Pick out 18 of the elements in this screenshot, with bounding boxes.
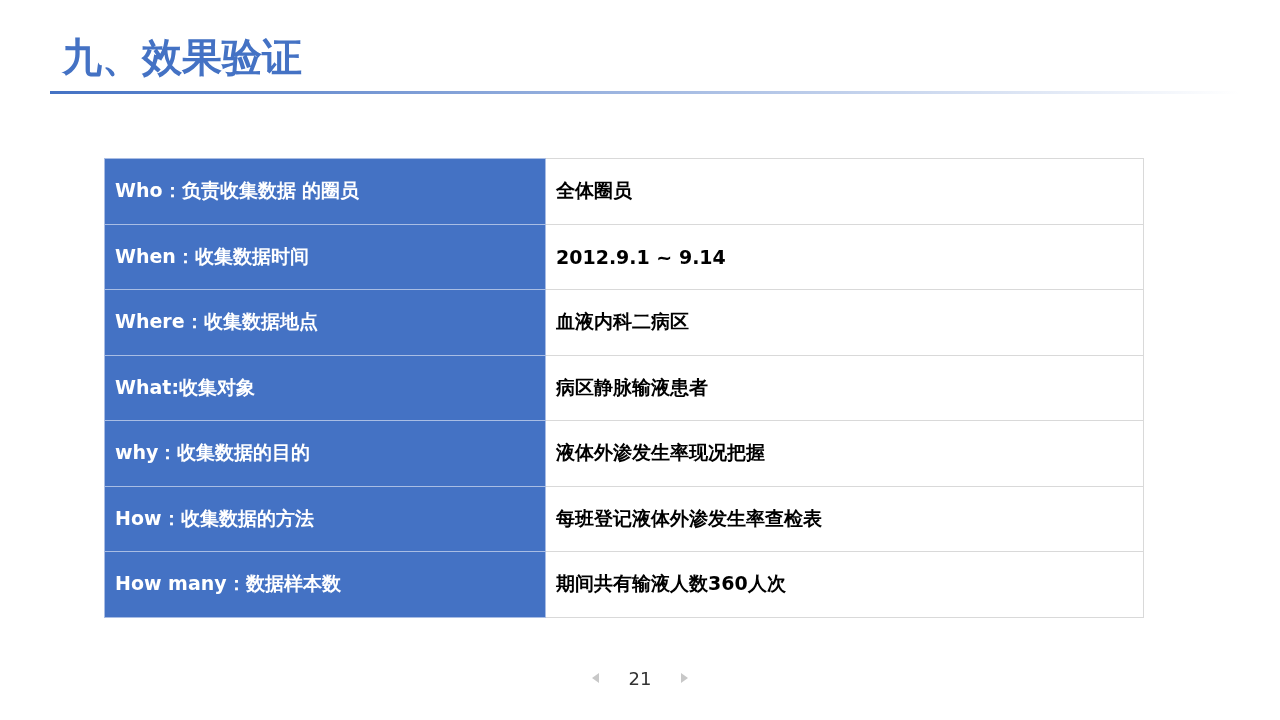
table-cell: Who：负责收集数据 的圈员 (104, 158, 546, 224)
slide-title: 九、效果验证 (62, 33, 302, 82)
table-cell: 病区静脉输液患者 (545, 355, 1144, 421)
table-cell: 期间共有输液人数360人次 (545, 551, 1144, 617)
table-cell: How：收集数据的方法 (104, 486, 546, 552)
table-cell: 全体圈员 (545, 158, 1144, 224)
previous-icon[interactable] (591, 673, 599, 683)
next-icon[interactable] (681, 673, 689, 683)
table-cell: 血液内科二病区 (545, 289, 1144, 355)
table-cell: What:收集对象 (104, 355, 546, 421)
table-cell: 每班登记液体外渗发生率查检表 (545, 486, 1144, 552)
page-number: 21 (628, 667, 652, 689)
table-cell: why：收集数据的目的 (104, 420, 546, 486)
table-cell: How many：数据样本数 (104, 551, 546, 617)
table-cell: 2012.9.1 ~ 9.14 (545, 224, 1144, 290)
table-cell: 液体外渗发生率现况把握 (545, 420, 1144, 486)
table-cell: Where：收集数据地点 (104, 289, 546, 355)
table-cell: When：收集数据时间 (104, 224, 546, 290)
